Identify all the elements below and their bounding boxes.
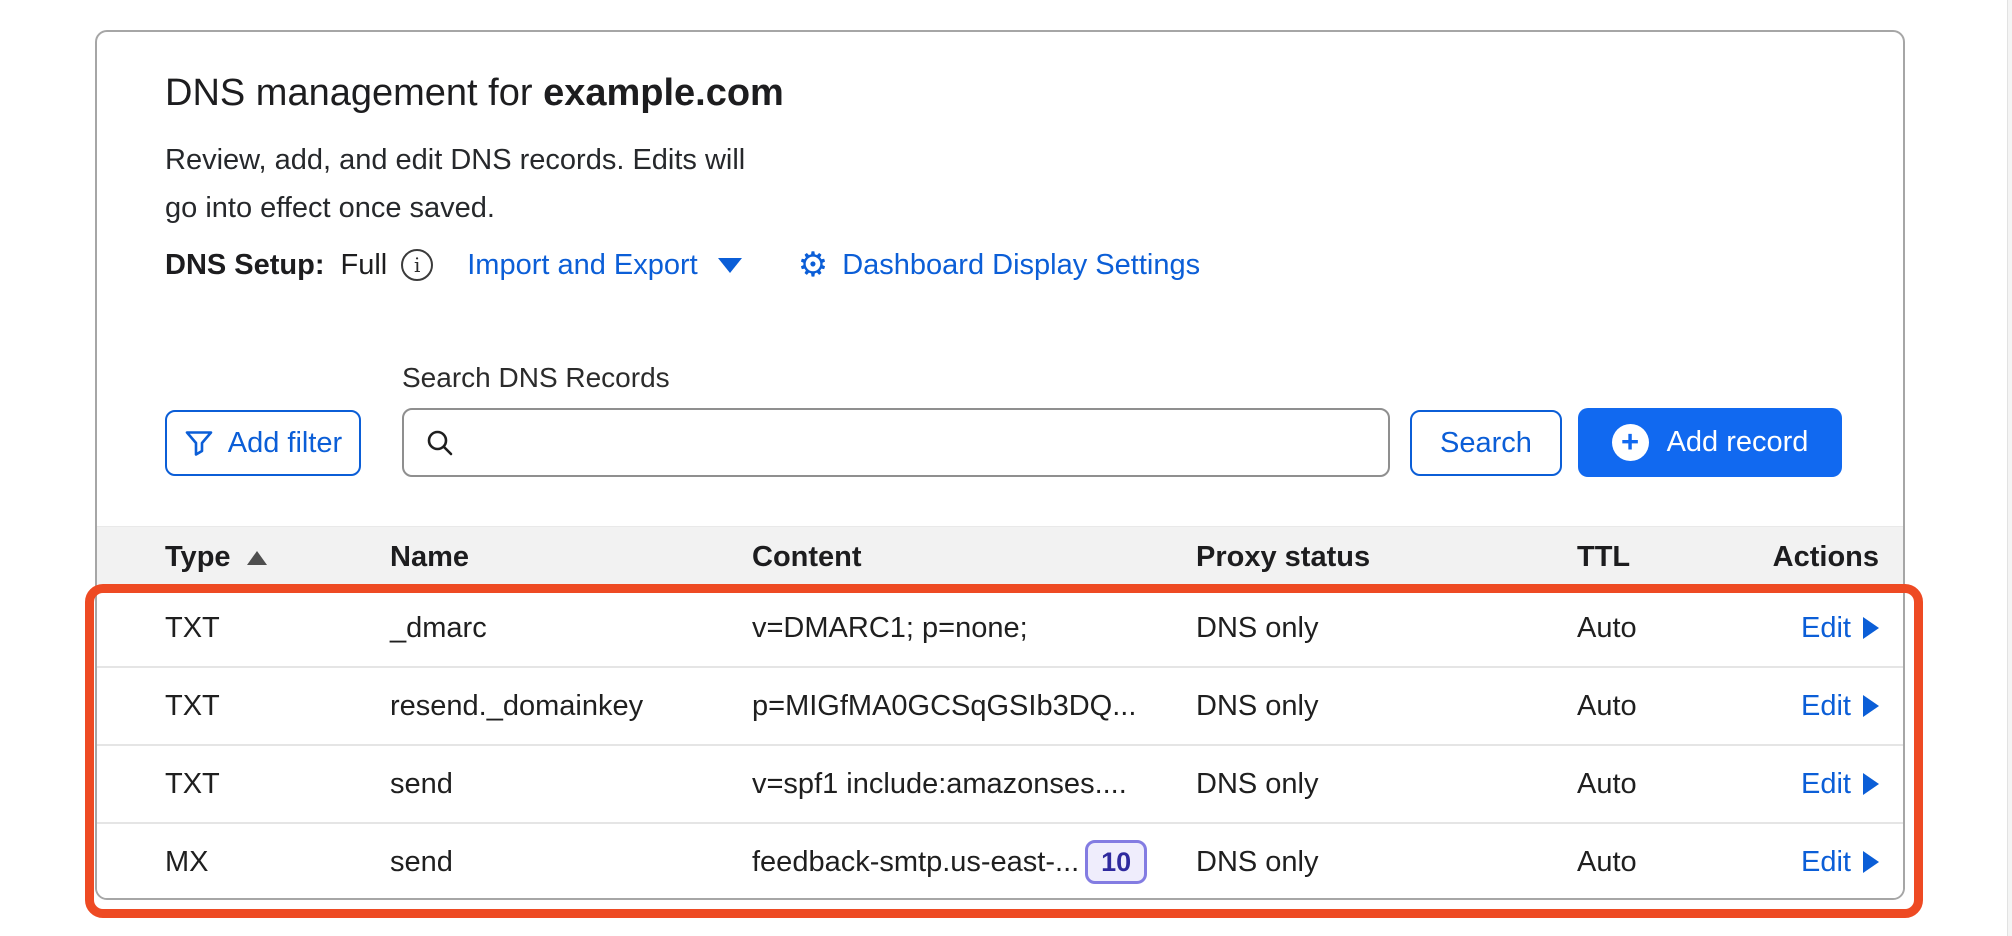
edit-record-button[interactable]: Edit [1801, 690, 1879, 723]
gear-icon: ⚙ [798, 248, 828, 282]
search-input-container [402, 408, 1390, 477]
page-title-domain: example.com [543, 72, 784, 114]
table-row: MX send feedback-smtp.us-east-... 10 DNS… [97, 822, 1903, 900]
search-button[interactable]: Search [1410, 410, 1562, 476]
cell-type: MX [165, 846, 390, 879]
cell-name: _dmarc [390, 612, 752, 645]
mx-priority-badge: 10 [1085, 840, 1147, 884]
column-header-type-label: Type [165, 541, 231, 574]
import-export-link[interactable]: Import and Export [467, 249, 742, 282]
add-record-button[interactable]: + Add record [1578, 408, 1842, 477]
edit-record-button[interactable]: Edit [1801, 768, 1879, 801]
description-line: Review, add, and edit DNS records. Edits… [165, 136, 745, 184]
cell-name: send [390, 846, 752, 879]
arrow-right-icon [1863, 617, 1879, 639]
dns-setup-label: DNS Setup: [165, 249, 325, 282]
table-row: TXT send v=spf1 include:amazonses.... DN… [97, 744, 1903, 822]
edit-record-button[interactable]: Edit [1801, 846, 1879, 879]
cell-content: feedback-smtp.us-east-... 10 [752, 840, 1196, 884]
edit-label: Edit [1801, 768, 1851, 801]
page-title: DNS management for example.com [165, 70, 784, 116]
cell-content: v=DMARC1; p=none; [752, 612, 1196, 645]
filter-icon [184, 428, 214, 458]
arrow-right-icon [1863, 695, 1879, 717]
column-header-ttl: TTL [1577, 541, 1762, 574]
cell-content: v=spf1 include:amazonses.... [752, 768, 1196, 801]
dns-management-card: DNS management for example.com Review, a… [95, 30, 1905, 900]
edit-label: Edit [1801, 690, 1851, 723]
cell-content: p=MIGfMA0GCSqGSIb3DQ... [752, 690, 1196, 723]
cell-proxy-status: DNS only [1196, 846, 1577, 879]
description-line: go into effect once saved. [165, 184, 745, 232]
edit-record-button[interactable]: Edit [1801, 612, 1879, 645]
table-row: TXT resend._domainkey p=MIGfMA0GCSqGSIb3… [97, 666, 1903, 744]
cell-name: resend._domainkey [390, 690, 752, 723]
cell-type: TXT [165, 768, 390, 801]
cell-name: send [390, 768, 752, 801]
dns-setup-value: Full [341, 249, 388, 282]
cell-ttl: Auto [1577, 690, 1762, 723]
search-button-label: Search [1440, 427, 1532, 460]
cell-ttl: Auto [1577, 768, 1762, 801]
cell-type: TXT [165, 690, 390, 723]
edit-label: Edit [1801, 846, 1851, 879]
edit-label: Edit [1801, 612, 1851, 645]
plus-circle-icon: + [1612, 424, 1649, 461]
cell-ttl: Auto [1577, 846, 1762, 879]
add-filter-button[interactable]: Add filter [165, 410, 361, 476]
search-dns-records-label: Search DNS Records [402, 362, 670, 394]
cell-proxy-status: DNS only [1196, 612, 1577, 645]
dns-setup-row: DNS Setup: Full i Import and Export ⚙ Da… [165, 244, 1200, 286]
dns-management-page: DNS management for example.com Review, a… [0, 0, 2012, 936]
dashboard-display-settings-label: Dashboard Display Settings [842, 249, 1200, 282]
arrow-right-icon [1863, 851, 1879, 873]
import-export-label: Import and Export [467, 249, 698, 282]
table-body: TXT _dmarc v=DMARC1; p=none; DNS only Au… [97, 588, 1903, 900]
page-title-prefix: DNS management for [165, 72, 543, 114]
column-header-name: Name [390, 541, 752, 574]
cell-type: TXT [165, 612, 390, 645]
column-header-proxy-status: Proxy status [1196, 541, 1577, 574]
cell-proxy-status: DNS only [1196, 768, 1577, 801]
cell-proxy-status: DNS only [1196, 690, 1577, 723]
table-row: TXT _dmarc v=DMARC1; p=none; DNS only Au… [97, 588, 1903, 666]
table-header-row: Type Name Content Proxy status TTL Actio… [97, 526, 1903, 588]
dashboard-display-settings-link[interactable]: ⚙ Dashboard Display Settings [798, 248, 1200, 282]
search-input[interactable] [468, 410, 1368, 475]
search-icon [424, 427, 456, 459]
column-header-type[interactable]: Type [165, 541, 390, 574]
add-record-label: Add record [1667, 426, 1809, 459]
scrollbar-track[interactable] [2007, 0, 2012, 936]
column-header-actions: Actions [1773, 541, 1879, 574]
cell-content-text: feedback-smtp.us-east-... [752, 846, 1079, 879]
sort-ascending-icon [247, 551, 267, 565]
cell-ttl: Auto [1577, 612, 1762, 645]
page-description: Review, add, and edit DNS records. Edits… [165, 136, 745, 232]
column-header-content: Content [752, 541, 1196, 574]
add-filter-label: Add filter [228, 427, 342, 460]
arrow-right-icon [1863, 773, 1879, 795]
chevron-down-icon [718, 258, 742, 273]
info-icon[interactable]: i [401, 249, 433, 281]
